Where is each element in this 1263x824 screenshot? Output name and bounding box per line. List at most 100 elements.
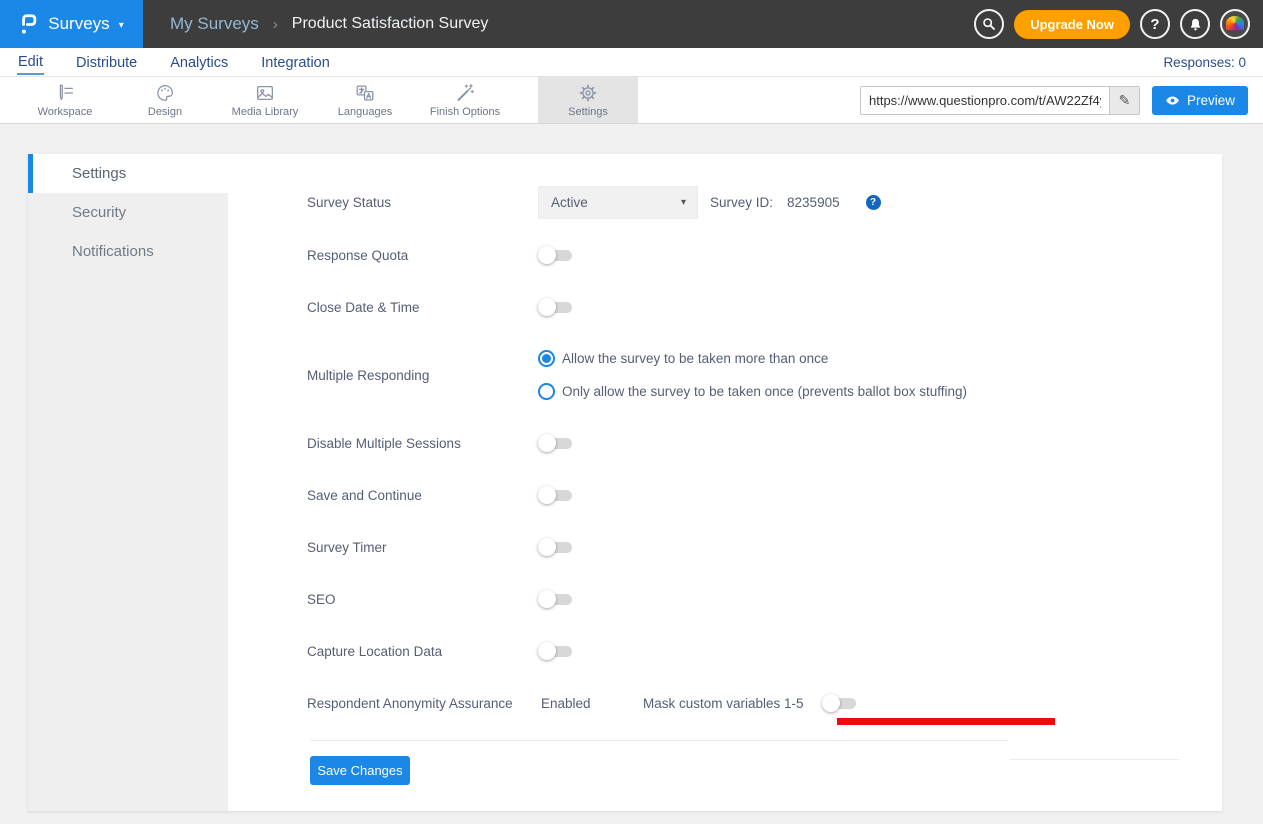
nav-tab-analytics[interactable]: Analytics: [169, 51, 229, 74]
search-icon[interactable]: [974, 9, 1004, 39]
toggle-knob: [538, 246, 556, 264]
toolbar-tab-label: Settings: [568, 106, 608, 118]
gear-icon: [577, 82, 599, 104]
survey-url-box: ✎: [860, 86, 1140, 115]
sidebar-item-label: Settings: [72, 165, 126, 182]
toggle-knob: [538, 298, 556, 316]
user-avatar[interactable]: [1220, 9, 1250, 39]
caret-down-icon: ▾: [119, 20, 124, 31]
radio-selected-icon[interactable]: [538, 350, 555, 367]
radio-option-label: Only allow the survey to be taken once (…: [562, 384, 967, 399]
toolbar-tab-languages[interactable]: Languages: [315, 77, 415, 123]
divider: [310, 740, 1008, 741]
breadcrumb-my-surveys[interactable]: My Surveys: [170, 14, 259, 34]
capture-location-data-label: Capture Location Data: [307, 644, 442, 659]
toggle-knob: [538, 538, 556, 556]
settings-card: Settings Security Notifications Survey S…: [28, 154, 1222, 811]
capture-location-data-toggle[interactable]: [538, 642, 572, 660]
magic-wand-icon: [454, 82, 476, 104]
sidebar-item-security[interactable]: Security: [28, 193, 228, 232]
toolbar-tab-label: Workspace: [38, 106, 93, 118]
image-icon: [254, 82, 276, 104]
help-icon[interactable]: ?: [1140, 9, 1170, 39]
toolbar-tab-label: Media Library: [232, 106, 299, 118]
eye-icon: [1165, 93, 1180, 108]
save-and-continue-label: Save and Continue: [307, 488, 422, 503]
save-and-continue-toggle[interactable]: [538, 486, 572, 504]
top-bar: Surveys ▾ My Surveys › Product Satisfact…: [0, 0, 1263, 48]
anonymity-status: Enabled: [541, 696, 591, 711]
survey-status-value: Active: [551, 195, 588, 210]
questionpro-logo-icon: [19, 11, 39, 38]
row-survey-timer: Survey Timer: [307, 537, 1202, 557]
edit-url-pencil-icon[interactable]: ✎: [1109, 87, 1139, 114]
radio-unselected-icon[interactable]: [538, 383, 555, 400]
page-title: Product Satisfaction Survey: [292, 15, 489, 33]
toolbar-tab-label: Design: [148, 106, 182, 118]
sidebar-item-label: Security: [72, 204, 126, 221]
nav-tab-distribute[interactable]: Distribute: [75, 51, 138, 74]
row-capture-location-data: Capture Location Data: [307, 641, 1202, 661]
survey-url-input[interactable]: [861, 87, 1109, 114]
save-changes-button[interactable]: Save Changes: [310, 756, 410, 785]
breadcrumb-separator: ›: [273, 16, 278, 33]
sidebar-item-notifications[interactable]: Notifications: [28, 232, 228, 271]
respondent-anonymity-label: Respondent Anonymity Assurance: [307, 696, 513, 711]
close-date-time-toggle[interactable]: [538, 298, 572, 316]
breadcrumb: My Surveys › Product Satisfaction Survey: [170, 14, 488, 34]
settings-form: Survey Status Active ▾ Survey ID: 823590…: [228, 154, 1222, 811]
topbar-actions: Upgrade Now ?: [974, 9, 1263, 39]
nav-tab-edit[interactable]: Edit: [17, 50, 44, 75]
toolbar-tab-finish-options[interactable]: Finish Options: [415, 77, 515, 123]
nav-tab-integration[interactable]: Integration: [260, 51, 331, 74]
row-close-date-time: Close Date & Time: [307, 297, 1202, 317]
survey-timer-toggle[interactable]: [538, 538, 572, 556]
product-name: Surveys: [48, 14, 109, 34]
sidebar-item-settings[interactable]: Settings: [28, 154, 228, 193]
edit-toolbar: Workspace Design Media Library Languages…: [0, 77, 1263, 124]
responses-count: Responses: 0: [1163, 55, 1263, 70]
toolbar-tab-workspace[interactable]: Workspace: [15, 77, 115, 123]
toolbar-tab-label: Languages: [338, 106, 392, 118]
disable-multiple-sessions-label: Disable Multiple Sessions: [307, 436, 461, 451]
translate-icon: [354, 82, 376, 104]
radio-option-multiple-allowed[interactable]: Allow the survey to be taken more than o…: [538, 348, 1202, 368]
seo-toggle[interactable]: [538, 590, 572, 608]
multiple-responding-label: Multiple Responding: [307, 368, 429, 383]
row-disable-multiple-sessions: Disable Multiple Sessions: [307, 433, 1202, 453]
close-date-time-label: Close Date & Time: [307, 300, 420, 315]
row-save-and-continue: Save and Continue: [307, 485, 1202, 505]
avatar-art: [1226, 16, 1244, 30]
response-quota-label: Response Quota: [307, 248, 408, 263]
row-response-quota: Response Quota: [307, 245, 1202, 265]
survey-id-help-icon[interactable]: ?: [866, 195, 881, 210]
row-respondent-anonymity: Respondent Anonymity Assurance Enabled M…: [307, 693, 1202, 713]
toggle-knob: [538, 486, 556, 504]
disable-multiple-sessions-toggle[interactable]: [538, 434, 572, 452]
toolbar-tab-media-library[interactable]: Media Library: [215, 77, 315, 123]
settings-sidebar: Settings Security Notifications: [28, 154, 228, 811]
response-quota-toggle[interactable]: [538, 246, 572, 264]
product-switcher[interactable]: Surveys ▾: [0, 0, 143, 48]
list-pencil-icon: [54, 82, 76, 104]
survey-status-control: Active ▾ Survey ID: 8235905 ?: [538, 186, 881, 219]
toggle-knob: [538, 590, 556, 608]
preview-button[interactable]: Preview: [1152, 86, 1248, 115]
toolbar-tab-design[interactable]: Design: [115, 77, 215, 123]
survey-nav: Edit Distribute Analytics Integration Re…: [0, 48, 1263, 77]
divider: [1010, 759, 1180, 760]
toggle-knob: [538, 434, 556, 452]
survey-timer-label: Survey Timer: [307, 540, 387, 555]
toggle-knob: [822, 694, 840, 712]
survey-status-select[interactable]: Active ▾: [538, 186, 698, 219]
toolbar-tab-settings[interactable]: Settings: [538, 77, 638, 123]
mask-custom-variables-toggle[interactable]: [822, 694, 856, 712]
mask-custom-variables-label: Mask custom variables 1-5: [643, 696, 804, 711]
notifications-bell-icon[interactable]: [1180, 9, 1210, 39]
row-seo: SEO: [307, 589, 1202, 609]
preview-label: Preview: [1187, 93, 1235, 108]
toggle-knob: [538, 642, 556, 660]
radio-option-label: Allow the survey to be taken more than o…: [562, 351, 828, 366]
radio-option-once-only[interactable]: Only allow the survey to be taken once (…: [538, 381, 1202, 401]
upgrade-now-button[interactable]: Upgrade Now: [1014, 10, 1130, 39]
